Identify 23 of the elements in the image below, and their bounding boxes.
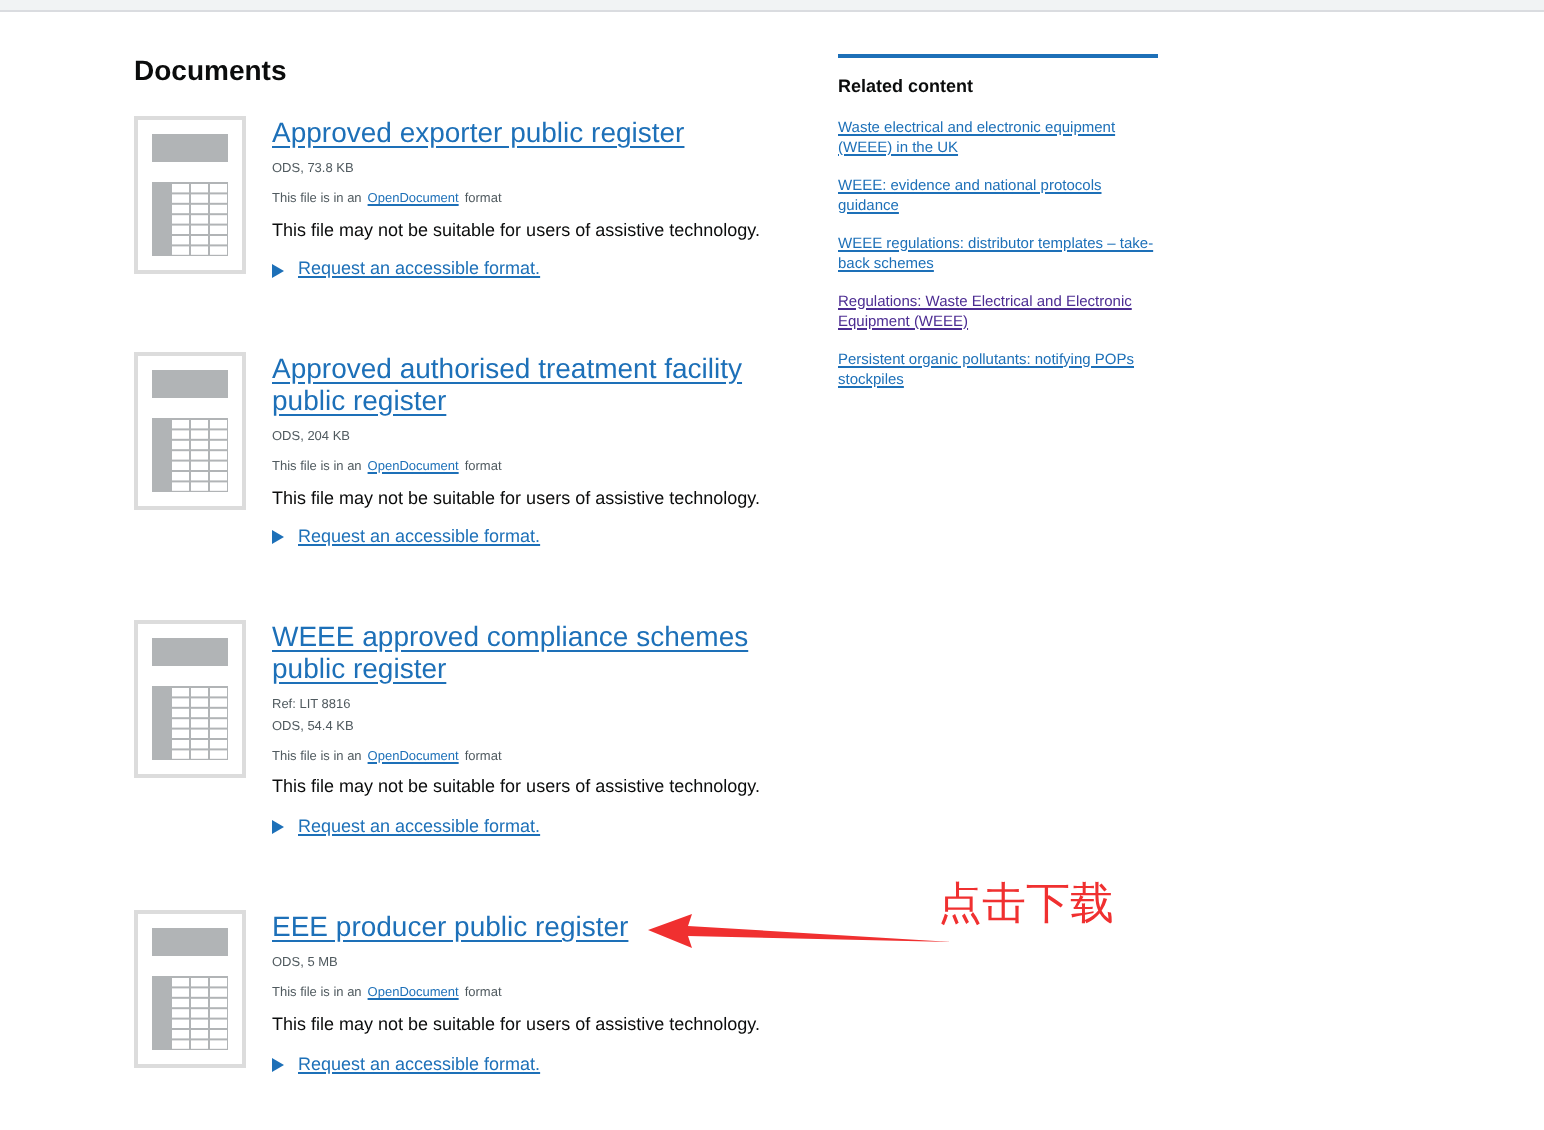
- expand-triangle-icon: [272, 1057, 284, 1072]
- annotation-text: 点击下载: [938, 880, 1114, 932]
- accessibility-notice: This file may not be suitable for users of assistive technology.: [272, 774, 762, 801]
- document-title-link[interactable]: EEE producer public register: [272, 910, 629, 943]
- related-content-heading: Related content: [838, 74, 976, 100]
- accessibility-notice: This file may not be suitable for users of assistive technology.: [272, 217, 762, 244]
- request-format-link[interactable]: Request an accessible format.: [298, 813, 541, 841]
- document-title-link[interactable]: WEEE approved compliance schemes public register: [272, 619, 812, 683]
- spreadsheet-thumbnail-icon: [134, 910, 246, 1069]
- document-title-link[interactable]: Approved authorised treatment facility public register: [272, 351, 812, 416]
- spreadsheet-thumbnail-icon: [134, 351, 246, 510]
- spreadsheet-thumbnail-icon: [134, 116, 246, 274]
- request-format-link[interactable]: Request an accessible format.: [298, 256, 541, 284]
- expand-triangle-icon: [272, 530, 284, 545]
- documents-heading: Documents: [134, 52, 289, 88]
- accessibility-notice: This file may not be suitable for users of assistive technology.: [272, 485, 762, 512]
- request-format-link[interactable]: Request an accessible format.: [298, 1051, 541, 1078]
- request-format-link[interactable]: Request an accessible format.: [298, 524, 541, 551]
- expand-triangle-icon: [272, 820, 284, 834]
- spreadsheet-thumbnail-icon: [134, 619, 246, 777]
- document-title-link[interactable]: Approved exporter public register: [272, 116, 685, 148]
- expand-triangle-icon: [272, 263, 284, 277]
- accessibility-notice: This file may not be suitable for users of assistive technology.: [272, 1012, 762, 1038]
